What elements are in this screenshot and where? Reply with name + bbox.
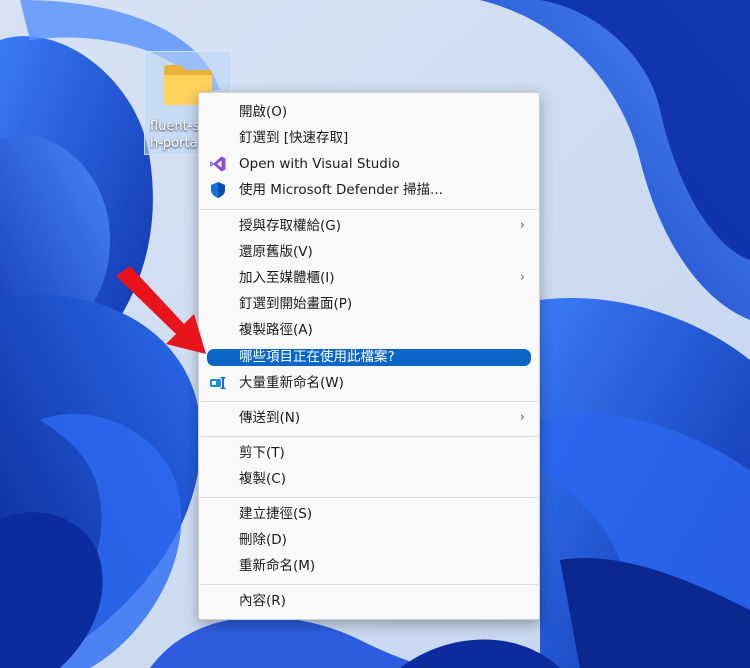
menu-item-restore-versions[interactable]: 還原舊版(V) xyxy=(207,240,531,264)
menu-item-label: 哪些項目正在使用此檔案? xyxy=(239,349,395,365)
menu-item-open[interactable]: 開啟(O) xyxy=(207,100,531,124)
menu-item-label: 還原舊版(V) xyxy=(239,244,313,260)
menu-item-label: 剪下(T) xyxy=(239,445,285,461)
menu-item-include-library[interactable]: 加入至媒體櫃(I) › xyxy=(207,266,531,290)
menu-item-rename[interactable]: 重新命名(M) xyxy=(207,554,531,578)
menu-item-label: 重新命名(M) xyxy=(239,558,316,574)
menu-item-delete[interactable]: 刪除(D) xyxy=(207,528,531,552)
menu-item-file-locksmith[interactable]: 哪些項目正在使用此檔案? xyxy=(207,349,531,366)
menu-item-pin-start[interactable]: 釘選到開始畫面(P) xyxy=(207,292,531,316)
menu-item-label: 授與存取權給(G) xyxy=(239,218,341,234)
menu-separator xyxy=(200,436,538,437)
menu-item-label: 加入至媒體櫃(I) xyxy=(239,270,335,286)
menu-item-label: 複製路徑(A) xyxy=(239,322,313,338)
menu-item-label: 釘選到開始畫面(P) xyxy=(239,296,353,312)
menu-item-label: 傳送到(N) xyxy=(239,410,301,426)
menu-item-label: Open with Visual Studio xyxy=(239,156,400,172)
menu-separator xyxy=(200,584,538,585)
chevron-right-icon: › xyxy=(519,410,525,425)
menu-item-label: 釘選到 [快速存取] xyxy=(239,130,349,146)
menu-item-label: 大量重新命名(W) xyxy=(239,375,344,391)
defender-shield-icon xyxy=(211,182,225,198)
menu-separator xyxy=(200,209,538,210)
visual-studio-icon xyxy=(210,156,226,172)
chevron-right-icon: › xyxy=(519,270,525,285)
menu-item-label: 刪除(D) xyxy=(239,532,287,548)
menu-item-properties[interactable]: 內容(R) xyxy=(207,589,531,613)
powerrename-icon xyxy=(210,377,226,389)
menu-item-label: 建立捷徑(S) xyxy=(239,506,313,522)
menu-item-give-access[interactable]: 授與存取權給(G) › xyxy=(207,214,531,238)
context-menu: 開啟(O) 釘選到 [快速存取] Open with Visual Studio… xyxy=(198,92,540,620)
menu-separator xyxy=(200,401,538,402)
red-arrow-annotation xyxy=(116,266,206,354)
menu-item-defender-scan[interactable]: 使用 Microsoft Defender 掃描... xyxy=(207,178,531,202)
menu-item-label: 內容(R) xyxy=(239,593,286,609)
menu-item-copy-path[interactable]: 複製路徑(A) xyxy=(207,318,531,342)
menu-item-copy[interactable]: 複製(C) xyxy=(207,467,531,491)
menu-item-cut[interactable]: 剪下(T) xyxy=(207,441,531,465)
menu-separator xyxy=(200,497,538,498)
menu-item-open-visual-studio[interactable]: Open with Visual Studio xyxy=(207,152,531,176)
menu-item-pin-quick-access[interactable]: 釘選到 [快速存取] xyxy=(207,126,531,150)
menu-item-label: 開啟(O) xyxy=(239,104,288,120)
chevron-right-icon: › xyxy=(519,218,525,233)
menu-item-label: 使用 Microsoft Defender 掃描... xyxy=(239,182,443,198)
menu-item-send-to[interactable]: 傳送到(N) › xyxy=(207,406,531,430)
menu-item-power-rename[interactable]: 大量重新命名(W) xyxy=(207,371,531,395)
menu-item-create-shortcut[interactable]: 建立捷徑(S) xyxy=(207,502,531,526)
menu-item-label: 複製(C) xyxy=(239,471,286,487)
